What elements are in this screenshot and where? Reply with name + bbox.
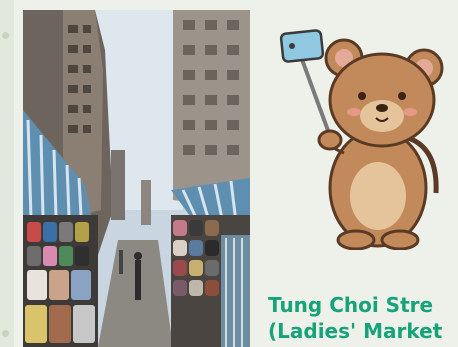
- page-edge-strip: [0, 0, 14, 347]
- edge-dot: [2, 330, 9, 337]
- location-caption: Tung Choi Stre (Ladies' Market: [268, 292, 458, 344]
- bear-mascot-icon: [279, 29, 444, 250]
- caption-line-2: (Ladies' Market: [268, 319, 443, 343]
- edge-dot: [2, 32, 9, 39]
- smartphone-icon: [279, 29, 325, 63]
- street-market-photo: [23, 10, 250, 347]
- market-street-illustration: [23, 10, 250, 347]
- caption-line-1: Tung Choi Stre: [268, 293, 434, 317]
